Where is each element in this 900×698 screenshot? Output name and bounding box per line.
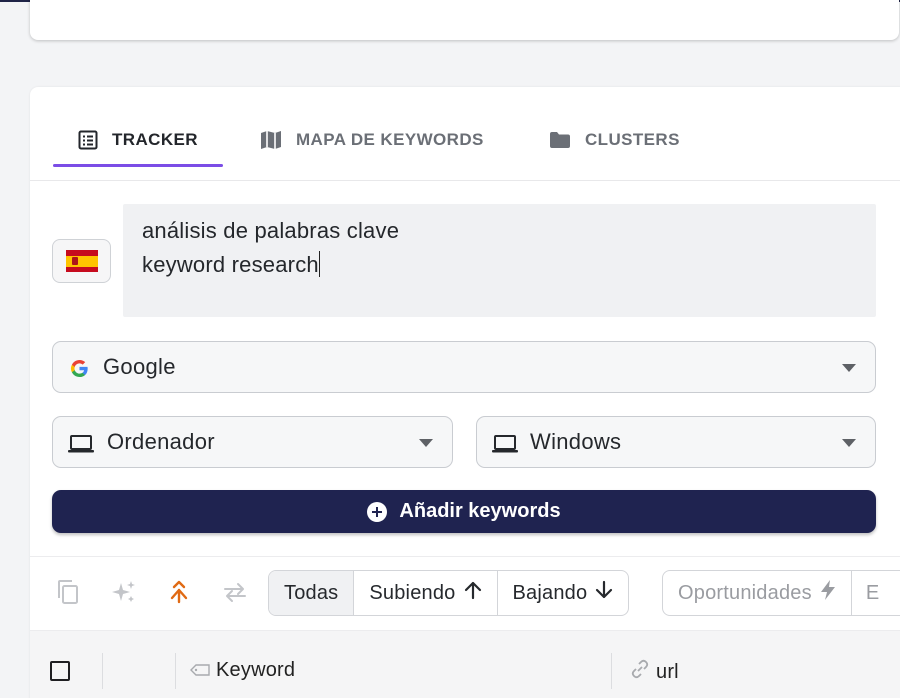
column-label: Keyword (216, 659, 296, 681)
add-keywords-label: Añadir keywords (399, 500, 561, 522)
divider (30, 556, 900, 557)
filter-label: Oportunidades (678, 581, 812, 604)
sparkles-icon[interactable] (109, 577, 139, 607)
lightning-icon (820, 579, 836, 607)
active-tab-indicator (53, 164, 223, 167)
plus-circle-icon (367, 501, 388, 522)
column-divider (102, 653, 103, 689)
filter-label: Todas (284, 581, 339, 604)
text-cursor (318, 251, 320, 277)
column-divider (611, 653, 612, 689)
tab-label: CLUSTERS (585, 130, 680, 149)
arrow-up-icon (464, 580, 482, 606)
tracker-panel: TRACKER MAPA DE KEYWORDS CLUSTERS anális… (30, 87, 900, 698)
opportunity-filter-group: Oportunidades E (662, 570, 900, 616)
top-card (30, 0, 899, 40)
os-select[interactable]: Windows (476, 416, 876, 468)
tab-label: MAPA DE KEYWORDS (296, 130, 484, 149)
trend-filter-group: Todas Subiendo Bajando (268, 570, 630, 616)
es-flag-icon (65, 250, 98, 272)
column-label: url (656, 660, 679, 683)
chevron-down-icon (419, 439, 433, 447)
os-value: Windows (530, 429, 622, 454)
column-divider (175, 653, 176, 689)
filter-label: Subiendo (369, 581, 456, 604)
tab-mapa-de-keywords[interactable]: MAPA DE KEYWORDS (260, 127, 484, 153)
filter-rising-button[interactable]: Subiendo (354, 571, 498, 615)
search-engine-select[interactable]: Google (52, 341, 876, 393)
arrow-down-icon (595, 580, 613, 606)
laptop-icon (492, 433, 518, 459)
google-icon (70, 358, 89, 384)
keywords-textarea[interactable]: análisis de palabras clave keyword resea… (123, 204, 876, 317)
tab-bar: TRACKER MAPA DE KEYWORDS CLUSTERS (30, 87, 900, 181)
table-header: Keyword url (30, 630, 900, 698)
select-all-checkbox[interactable] (50, 661, 70, 681)
add-keywords-button[interactable]: Añadir keywords (52, 490, 876, 533)
chevron-down-icon (842, 439, 856, 447)
device-select[interactable]: Ordenador (52, 416, 453, 468)
tag-icon (190, 659, 210, 682)
filter-label: E (865, 581, 880, 604)
column-header-url[interactable]: url (630, 659, 679, 685)
map-icon (260, 130, 282, 150)
copy-icon[interactable] (53, 577, 83, 607)
keyword-line: keyword research (142, 252, 319, 277)
swap-icon[interactable] (220, 577, 250, 607)
laptop-icon (68, 433, 94, 459)
country-selector-button[interactable] (52, 239, 111, 283)
folder-icon (549, 131, 571, 149)
list-icon (78, 130, 98, 150)
tab-label: TRACKER (112, 130, 198, 149)
filter-next-button[interactable]: E (852, 571, 894, 615)
search-engine-value: Google (103, 354, 176, 379)
tab-clusters[interactable]: CLUSTERS (549, 127, 680, 153)
column-header-keyword[interactable]: Keyword (190, 659, 295, 682)
filter-opportunities-button[interactable]: Oportunidades (663, 571, 852, 615)
device-value: Ordenador (107, 429, 215, 454)
tab-tracker[interactable]: TRACKER (78, 127, 198, 153)
chevron-down-icon (842, 364, 856, 372)
link-icon (630, 659, 650, 685)
filter-all-button[interactable]: Todas (269, 571, 355, 615)
filter-falling-button[interactable]: Bajando (498, 571, 629, 615)
filter-label: Bajando (512, 581, 588, 604)
merge-icon[interactable] (164, 577, 194, 607)
keyword-line: análisis de palabras clave (142, 218, 400, 243)
